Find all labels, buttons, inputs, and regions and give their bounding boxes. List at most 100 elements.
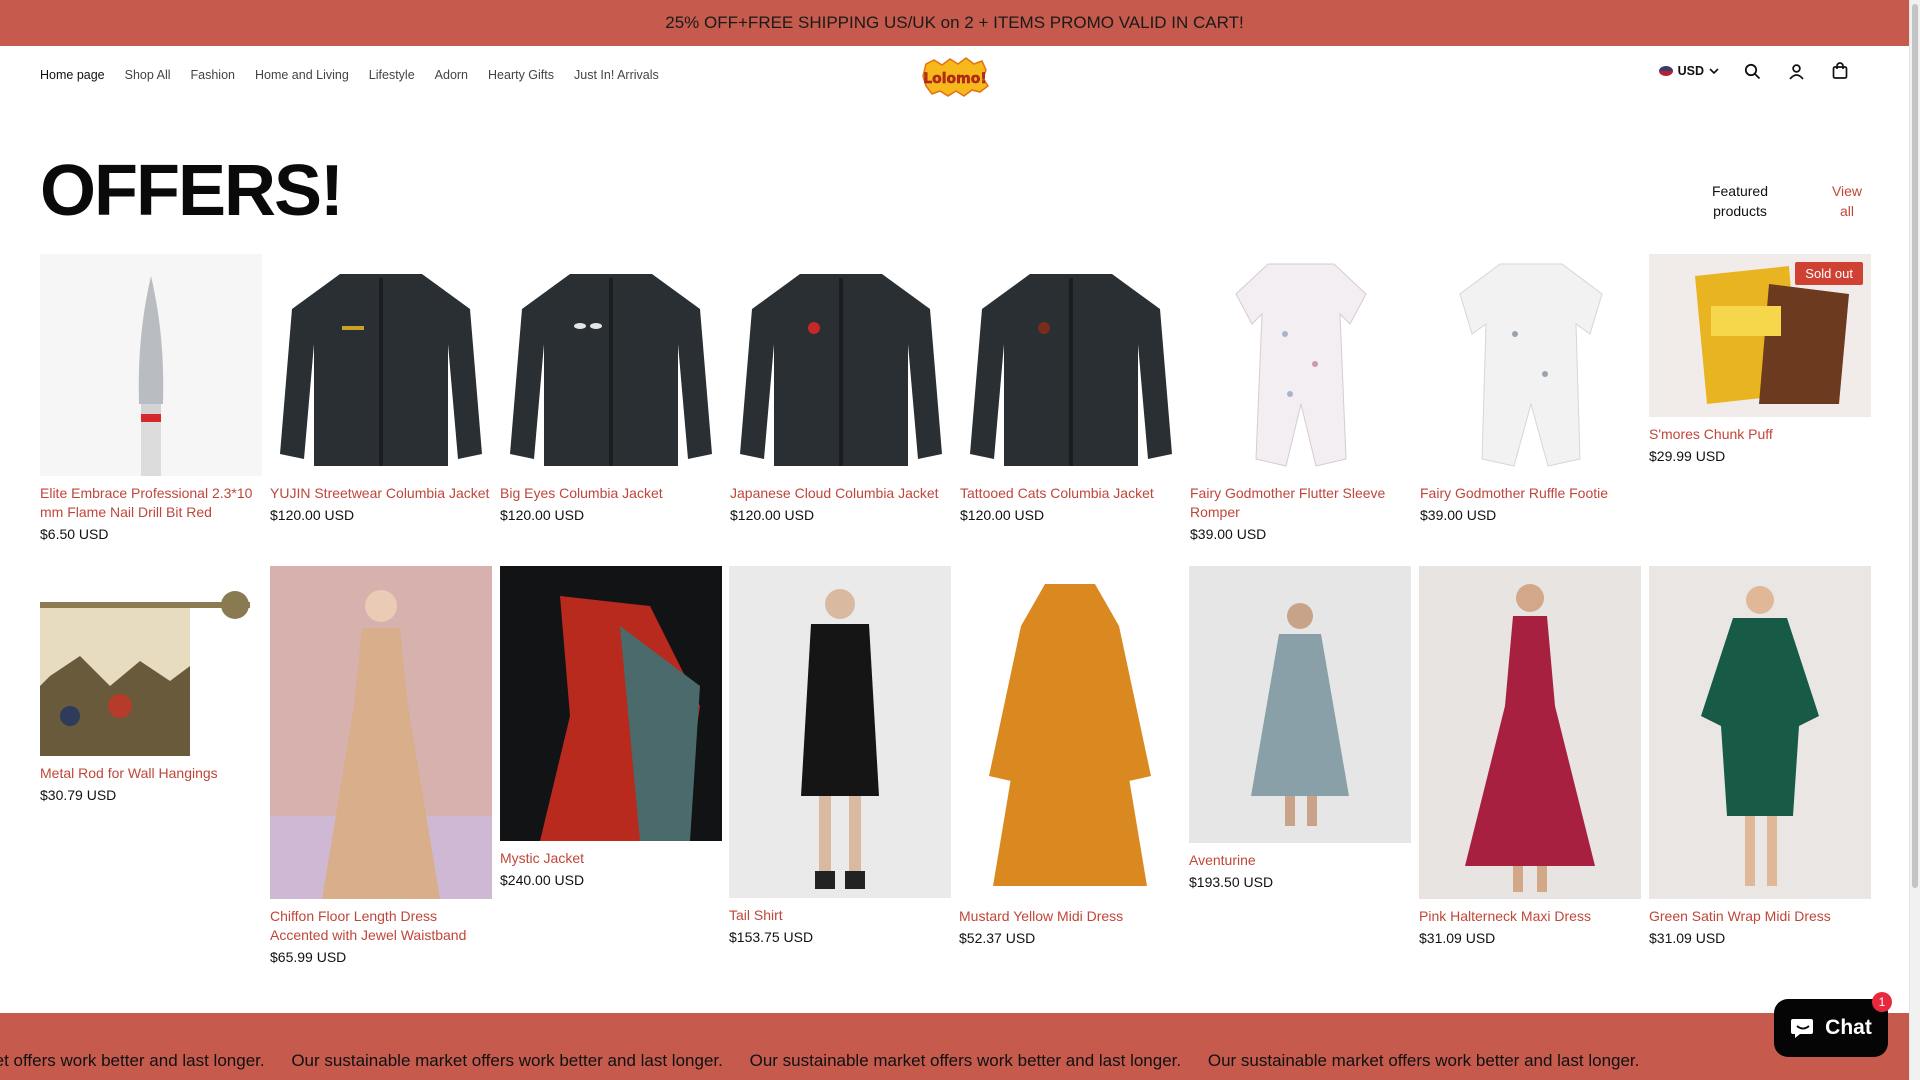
product-card[interactable]: Tail Shirt $153.75 USD — [729, 566, 951, 947]
product-image[interactable] — [729, 566, 951, 898]
announcement-bar: 25% OFF+FREE SHIPPING US/UK on 2 + ITEMS… — [0, 0, 1909, 46]
page-scrollbar[interactable] — [1909, 0, 1920, 1080]
marquee-text: Our sustainable market offers work bette… — [1207, 1051, 1640, 1070]
product-image[interactable] — [1649, 566, 1871, 899]
marquee-text: able market offers work better and last … — [0, 1051, 265, 1070]
nav-item-hearty-gifts[interactable]: Hearty Gifts — [488, 68, 554, 82]
user-icon[interactable] — [1785, 60, 1807, 82]
product-price: $52.37 USD — [959, 930, 1036, 946]
product-image[interactable] — [500, 566, 722, 841]
product-card[interactable]: Japanese Cloud Columbia Jacket $120.00 U… — [730, 254, 952, 525]
product-card[interactable]: Green Satin Wrap Midi Dress $31.09 USD — [1649, 566, 1871, 948]
chat-label: Chat — [1825, 1016, 1872, 1039]
marquee-text: Our sustainable market offers work bette… — [291, 1051, 723, 1070]
product-image[interactable] — [500, 254, 722, 476]
product-card[interactable]: Metal Rod for Wall Hangings $30.79 USD — [40, 566, 262, 805]
marquee-track: able market offers work better and last … — [0, 1051, 1661, 1071]
view-all-link[interactable]: View all — [1826, 181, 1868, 221]
nav-item-adorn[interactable]: Adorn — [435, 68, 468, 82]
marquee-bar: able market offers work better and last … — [0, 1013, 1909, 1080]
product-title[interactable]: Tail Shirt — [729, 906, 951, 925]
product-card[interactable]: Sold out S'mores Chunk Puff $29.99 USD — [1649, 254, 1871, 466]
product-title[interactable]: Japanese Cloud Columbia Jacket — [730, 484, 952, 503]
product-image[interactable] — [959, 566, 1181, 899]
product-title[interactable]: Mystic Jacket — [500, 849, 722, 868]
chat-button[interactable]: Chat — [1774, 999, 1888, 1057]
nav-item-home-and-living[interactable]: Home and Living — [255, 68, 349, 82]
product-title[interactable]: Fairy Godmother Flutter Sleeve Romper — [1190, 484, 1412, 522]
product-card[interactable]: Mustard Yellow Midi Dress $52.37 USD — [959, 566, 1181, 948]
product-image[interactable] — [1190, 254, 1412, 476]
nav-item-shop-all[interactable]: Shop All — [125, 68, 171, 82]
currency-selector[interactable]: USD — [1658, 64, 1719, 78]
product-image[interactable] — [40, 566, 262, 756]
product-card[interactable]: Big Eyes Columbia Jacket $120.00 USD — [500, 254, 722, 525]
page-title: OFFERS! — [40, 151, 344, 231]
product-price: $120.00 USD — [270, 507, 355, 523]
product-title[interactable]: Pink Halterneck Maxi Dress — [1419, 907, 1641, 926]
product-title[interactable]: Aventurine — [1189, 851, 1411, 870]
chat-unread-badge: 1 — [1872, 992, 1892, 1012]
product-price: $240.00 USD — [500, 872, 585, 888]
product-title[interactable]: S'mores Chunk Puff — [1649, 425, 1871, 444]
product-card[interactable]: Fairy Godmother Ruffle Footie $39.00 USD — [1420, 254, 1642, 525]
marquee-text: Our sustainable market offers work bette… — [749, 1051, 1182, 1070]
product-card[interactable]: YUJIN Streetwear Columbia Jacket $120.00… — [270, 254, 492, 525]
product-image[interactable] — [730, 254, 952, 476]
product-price: $120.00 USD — [730, 507, 815, 523]
currency-code: USD — [1677, 64, 1704, 78]
nav-item-just-in[interactable]: Just In! Arrivals — [574, 68, 659, 82]
product-title[interactable]: Metal Rod for Wall Hangings — [40, 764, 262, 783]
product-title[interactable]: Big Eyes Columbia Jacket — [500, 484, 722, 503]
us-flag-icon — [1658, 66, 1673, 76]
product-price: $65.99 USD — [270, 949, 347, 965]
product-price: $153.75 USD — [729, 929, 814, 945]
product-title[interactable]: Green Satin Wrap Midi Dress — [1649, 907, 1871, 926]
product-price: $30.79 USD — [40, 787, 117, 803]
site-logo[interactable]: Lolomo! — [920, 56, 990, 98]
nav-item-lifestyle[interactable]: Lifestyle — [369, 68, 415, 82]
product-image[interactable] — [1189, 566, 1411, 843]
product-title[interactable]: Tattooed Cats Columbia Jacket — [960, 484, 1182, 503]
product-image[interactable] — [270, 566, 492, 899]
product-title[interactable]: Chiffon Floor Length Dress Accented with… — [270, 907, 492, 945]
product-title[interactable]: Elite Embrace Professional 2.3*10 mm Fla… — [40, 484, 262, 522]
product-image[interactable] — [960, 254, 1182, 476]
product-card[interactable]: Pink Halterneck Maxi Dress $31.09 USD — [1419, 566, 1641, 948]
featured-products-label: Featured products — [1711, 183, 1769, 219]
product-title[interactable]: Fairy Godmother Ruffle Footie — [1420, 484, 1642, 503]
product-image[interactable] — [1419, 566, 1641, 899]
product-price: $31.09 USD — [1419, 930, 1496, 946]
product-image[interactable]: Sold out — [1649, 254, 1871, 417]
product-image[interactable] — [1420, 254, 1642, 476]
product-card[interactable]: Elite Embrace Professional 2.3*10 mm Fla… — [40, 254, 262, 544]
product-card[interactable]: Fairy Godmother Flutter Sleeve Romper $3… — [1190, 254, 1412, 544]
site-header: Home page Shop All Fashion Home and Livi… — [0, 46, 1909, 106]
product-card[interactable]: Aventurine $193.50 USD — [1189, 566, 1411, 892]
announcement-text: 25% OFF+FREE SHIPPING US/UK on 2 + ITEMS… — [665, 13, 1244, 32]
product-price: $39.00 USD — [1420, 507, 1497, 523]
main-nav: Home page Shop All Fashion Home and Livi… — [40, 68, 659, 82]
chat-bubble-icon — [1791, 1019, 1814, 1038]
product-image[interactable] — [270, 254, 492, 476]
product-price: $39.00 USD — [1190, 526, 1267, 542]
product-price: $29.99 USD — [1649, 448, 1726, 464]
nav-item-home[interactable]: Home page — [40, 68, 105, 82]
product-title[interactable]: Mustard Yellow Midi Dress — [959, 907, 1181, 926]
header-tools: USD — [1658, 60, 1851, 82]
scrollbar-thumb[interactable] — [1912, 4, 1918, 888]
sold-out-badge: Sold out — [1795, 262, 1863, 285]
product-price: $193.50 USD — [1189, 874, 1274, 890]
product-image[interactable] — [40, 254, 262, 476]
product-card[interactable]: Mystic Jacket $240.00 USD — [500, 566, 722, 890]
product-card[interactable]: Tattooed Cats Columbia Jacket $120.00 US… — [960, 254, 1182, 525]
bag-icon[interactable] — [1829, 60, 1851, 82]
product-price: $6.50 USD — [40, 526, 109, 542]
svg-text:Lolomo!: Lolomo! — [923, 71, 987, 87]
search-icon[interactable] — [1741, 60, 1763, 82]
nav-item-fashion[interactable]: Fashion — [191, 68, 235, 82]
product-price: $31.09 USD — [1649, 930, 1726, 946]
product-card[interactable]: Chiffon Floor Length Dress Accented with… — [270, 566, 492, 967]
product-price: $120.00 USD — [500, 507, 585, 523]
product-title[interactable]: YUJIN Streetwear Columbia Jacket — [270, 484, 492, 503]
